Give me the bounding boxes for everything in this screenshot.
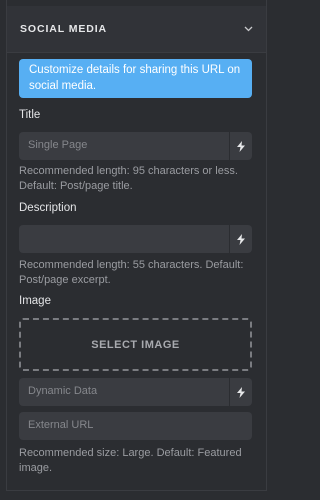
bolt-icon — [237, 386, 245, 398]
image-dynamic-input[interactable]: Dynamic Data — [19, 378, 252, 406]
dynamic-data-button[interactable] — [229, 132, 252, 160]
title-placeholder: Single Page — [28, 139, 88, 151]
description-input[interactable] — [19, 225, 252, 253]
title-input[interactable]: Single Page — [19, 132, 252, 160]
dynamic-data-button[interactable] — [229, 225, 252, 253]
bolt-icon — [237, 140, 245, 152]
bolt-icon — [237, 233, 245, 245]
description-help: Recommended length: 55 characters. Defau… — [19, 259, 244, 286]
info-message: Customize details for sharing this URL o… — [19, 59, 252, 98]
social-media-panel: SOCIAL MEDIA Customize details for shari… — [6, 0, 267, 491]
chevron-down-icon[interactable] — [242, 23, 254, 35]
external-url-placeholder: External URL — [28, 419, 94, 431]
select-image-dropzone[interactable]: SELECT IMAGE — [19, 318, 252, 371]
section-header[interactable]: SOCIAL MEDIA — [7, 6, 266, 53]
dynamic-data-placeholder: Dynamic Data — [28, 385, 98, 397]
description-label: Description — [19, 202, 77, 214]
image-help: Recommended size: Large. Default: Featur… — [19, 447, 242, 474]
external-url-input[interactable]: External URL — [19, 412, 252, 440]
title-label: Title — [19, 109, 41, 121]
section-title: SOCIAL MEDIA — [20, 23, 108, 35]
image-label: Image — [19, 295, 51, 307]
title-help: Recommended length: 95 characters or les… — [19, 165, 238, 192]
dynamic-data-button[interactable] — [229, 378, 252, 406]
